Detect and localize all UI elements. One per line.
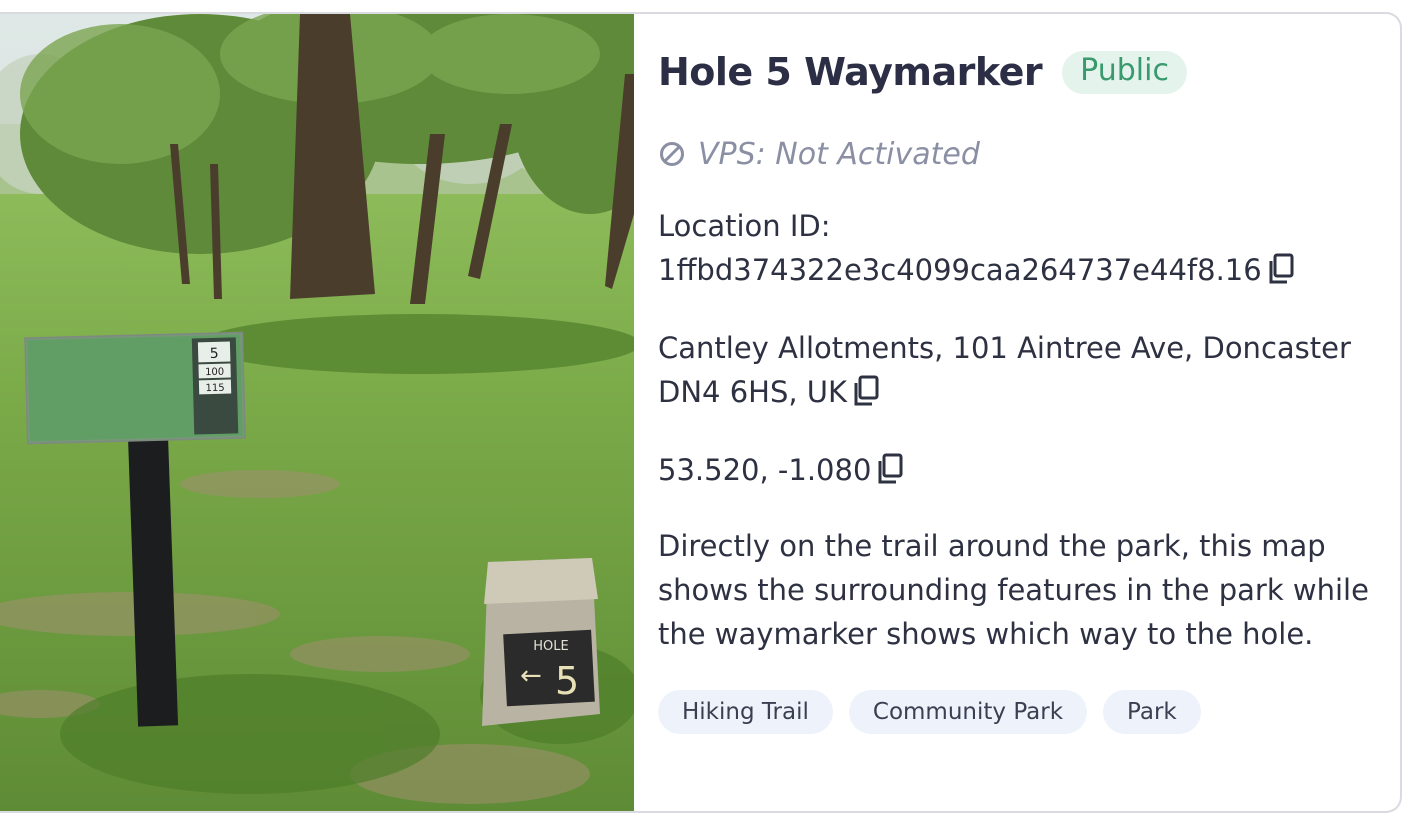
park-waymarker-photo: 5 100 115 HOLE ← 5	[0, 14, 634, 811]
vps-status-text: VPS: Not Activated	[698, 136, 980, 172]
tag-list: Hiking Trail Community Park Park	[658, 690, 1376, 734]
stone-hole-number: 5	[555, 659, 579, 703]
vps-status: VPS: Not Activated	[658, 134, 1376, 174]
location-title: Hole 5 Waymarker	[658, 50, 1043, 94]
location-id-label: Location ID:	[658, 209, 831, 243]
copy-location-id-icon[interactable]	[1266, 252, 1296, 286]
location-id-block: Location ID: 1ffbd374322e3c4099caa264737…	[658, 204, 1376, 292]
address-line-2: DN4 6HS, UK	[658, 375, 848, 409]
copy-address-icon[interactable]	[851, 374, 881, 408]
coordinates-value: 53.520, -1.080	[658, 453, 872, 487]
sign-hole-number: 5	[210, 346, 219, 362]
coordinates-block: 53.520, -1.080	[658, 448, 1376, 492]
address-line-1: Cantley Allotments, 101 Aintree Ave, Don…	[658, 331, 1351, 365]
title-row: Hole 5 Waymarker Public	[658, 44, 1376, 100]
sign-yards-2: 115	[205, 383, 224, 394]
location-description: Directly on the trail around the park, t…	[658, 529, 1369, 651]
tag-park[interactable]: Park	[1103, 690, 1201, 734]
prohibited-icon	[658, 140, 686, 168]
location-card[interactable]: 5 100 115 HOLE ← 5 Hole 5 Waymarker Publ…	[0, 12, 1402, 813]
stone-label: HOLE	[533, 639, 568, 654]
address-block: Cantley Allotments, 101 Aintree Ave, Don…	[658, 326, 1376, 414]
tag-hiking-trail[interactable]: Hiking Trail	[658, 690, 833, 734]
visibility-badge: Public	[1062, 50, 1187, 94]
location-photo: 5 100 115 HOLE ← 5	[0, 14, 634, 811]
sign-yards-1: 100	[205, 367, 224, 378]
tag-community-park[interactable]: Community Park	[848, 690, 1088, 734]
location-details: Hole 5 Waymarker Public VPS: Not Activat…	[634, 14, 1400, 811]
stone-arrow-icon: ←	[520, 661, 542, 691]
location-id-value: 1ffbd374322e3c4099caa264737e44f8.16	[658, 253, 1262, 287]
copy-coordinates-icon[interactable]	[875, 452, 905, 486]
